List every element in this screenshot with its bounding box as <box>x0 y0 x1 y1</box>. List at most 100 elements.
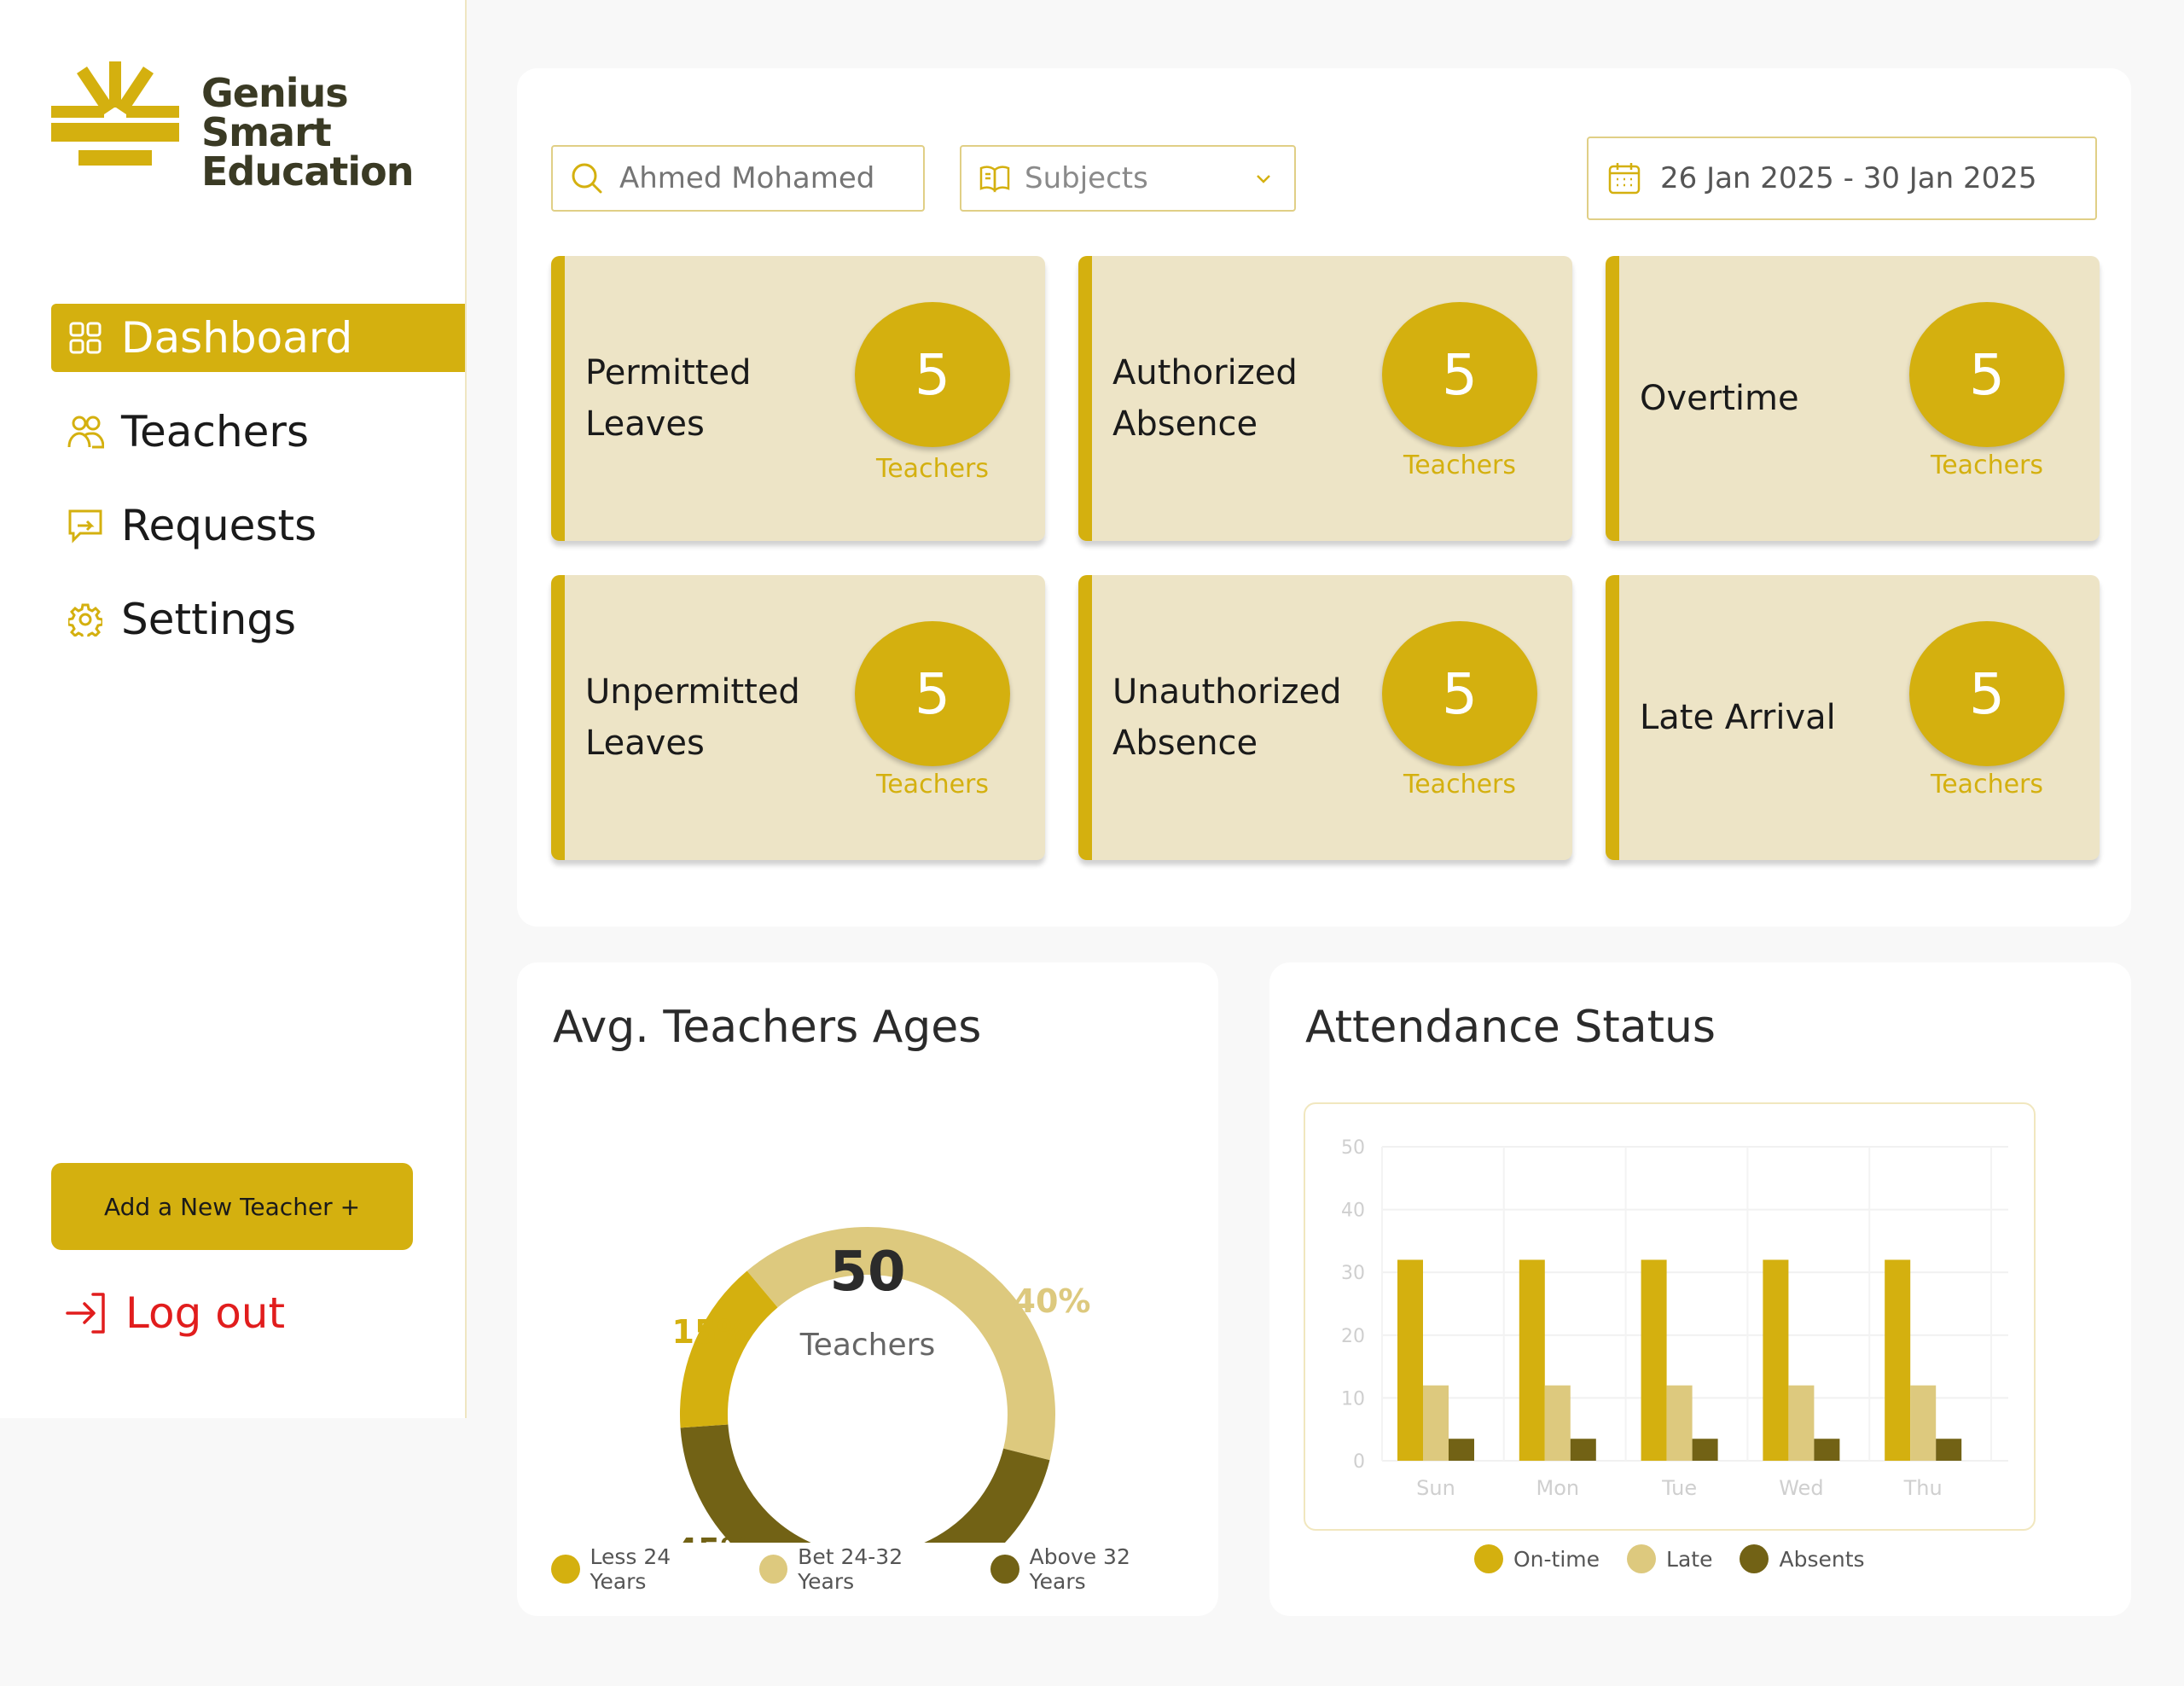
add-teacher-button[interactable]: Add a New Teacher + <box>51 1163 413 1250</box>
search-input[interactable] <box>618 160 911 196</box>
stat-card-late-arrival[interactable]: Late Arrival 5 Teachers <box>1606 575 2100 860</box>
stat-card-authorized-absence[interactable]: Authorized Absence 5 Teachers <box>1078 256 1572 541</box>
legend-item[interactable]: Bet 24-32 Years <box>758 1544 964 1594</box>
legend-label: On-time <box>1513 1546 1600 1572</box>
legend-dot <box>1474 1544 1503 1573</box>
stat-card-unpermitted-leaves[interactable]: Unpermitted Leaves 5 Teachers <box>551 575 1045 860</box>
donut-percent-label: 15% <box>672 1313 750 1351</box>
donut-slice[interactable] <box>680 1424 1050 1543</box>
brand-name: Genius Smart Education <box>201 70 415 195</box>
bar[interactable] <box>1763 1259 1789 1461</box>
sidebar-item-dashboard[interactable]: Dashboard <box>51 304 465 372</box>
bar[interactable] <box>1449 1439 1474 1461</box>
bar[interactable] <box>1910 1385 1937 1461</box>
donut-center-label: Teachers <box>799 1328 936 1363</box>
ages-title: Avg. Teachers Ages <box>553 1002 982 1053</box>
subjects-dropdown[interactable]: Subjects <box>960 145 1296 212</box>
bar[interactable] <box>1885 1259 1911 1461</box>
attendance-legend: On-time Late Absents <box>1474 1544 1892 1573</box>
sidebar-nav: Dashboard Teachers Requests Settings <box>51 304 465 679</box>
donut-percent-label: 40% <box>1014 1282 1091 1320</box>
bar[interactable] <box>1666 1385 1693 1461</box>
legend-item[interactable]: Less 24 Years <box>551 1544 732 1594</box>
attendance-panel: Attendance Status 0 10 20 30 40 50 Sun Mon Tue We… <box>1269 962 2131 1616</box>
ages-donut-chart: 15% 40% 45% <box>672 1227 1091 1543</box>
logout-button[interactable]: Log out <box>64 1288 285 1338</box>
ages-legend: Less 24 Years Bet 24-32 Years Above 32 Y… <box>551 1544 1218 1594</box>
sidebar-item-label: Dashboard <box>121 313 353 363</box>
search-field[interactable] <box>551 145 925 212</box>
legend-label: Absents <box>1779 1546 1865 1572</box>
sidebar: Genius Smart Education Dashboard Teacher… <box>0 0 467 1418</box>
stat-card-overtime[interactable]: Overtime 5 Teachers <box>1606 256 2100 541</box>
brand-logo[interactable]: Genius Smart Education <box>51 61 427 198</box>
legend-dot <box>551 1555 580 1584</box>
attendance-bar-chart: 0 10 20 30 40 50 Sun Mon Tue Wed Thu <box>1341 1137 2008 1500</box>
brand-line-1: Genius <box>201 70 349 116</box>
sidebar-item-requests[interactable]: Requests <box>51 491 465 560</box>
stat-card-permitted-leaves[interactable]: Permitted Leaves 5 Teachers <box>551 256 1045 541</box>
y-tick-label: 0 <box>1353 1451 1365 1473</box>
bar[interactable] <box>1641 1259 1667 1461</box>
card-title: Authorized Absence <box>1112 353 1298 444</box>
y-tick-label: 20 <box>1341 1326 1365 1347</box>
brand-line-3: Education <box>201 148 415 195</box>
donut-slice[interactable] <box>680 1270 779 1428</box>
donut-percent-label: 45% <box>676 1532 753 1543</box>
legend-label: Less 24 Years <box>590 1544 671 1594</box>
y-tick-label: 40 <box>1341 1201 1365 1222</box>
card-unit: Teachers <box>876 770 989 799</box>
date-range-label: 26 Jan 2025 - 30 Jan 2025 <box>1660 161 2037 195</box>
card-accent-bar <box>1078 575 1092 860</box>
card-title: Unauthorized Absence <box>1112 672 1342 763</box>
card-accent-bar <box>1078 256 1092 541</box>
x-tick-label: Tue <box>1661 1476 1697 1500</box>
summary-panel: Subjects 26 Jan 2025 - 30 Jan 2025 Permi… <box>517 68 2131 927</box>
legend-item[interactable]: Absents <box>1740 1544 1865 1573</box>
sidebar-item-teachers[interactable]: Teachers <box>51 398 465 466</box>
legend-item[interactable]: On-time <box>1474 1544 1600 1573</box>
donut-center-value: 50 <box>829 1241 906 1304</box>
card-unit: Teachers <box>1403 770 1516 799</box>
card-accent-bar <box>1606 256 1619 541</box>
card-count: 5 <box>1909 621 2065 766</box>
bar[interactable] <box>1544 1385 1571 1461</box>
bar[interactable] <box>1692 1439 1718 1461</box>
card-title: Late Arrival <box>1640 698 1836 737</box>
calendar-icon <box>1608 163 1641 195</box>
bar[interactable] <box>1423 1385 1449 1461</box>
bar[interactable] <box>1814 1439 1840 1461</box>
card-title: Overtime <box>1640 379 1799 418</box>
legend-label: Bet 24-32 Years <box>798 1544 903 1594</box>
card-count: 5 <box>1909 302 2065 447</box>
card-unit: Teachers <box>876 454 989 484</box>
attendance-chart-frame: 0 10 20 30 40 50 Sun Mon Tue Wed Thu <box>1304 1102 2036 1531</box>
subjects-label: Subjects <box>1025 161 1148 195</box>
sidebar-item-label: Settings <box>121 595 297 644</box>
attendance-title: Attendance Status <box>1305 1002 1716 1053</box>
search-icon <box>572 163 602 194</box>
y-tick-label: 50 <box>1341 1137 1365 1159</box>
y-tick-label: 30 <box>1341 1263 1365 1284</box>
ages-panel: Avg. Teachers Ages 15% 40% 45% 50 Teachers… <box>517 962 1218 1616</box>
bar[interactable] <box>1519 1259 1545 1461</box>
sidebar-item-settings[interactable]: Settings <box>51 585 465 654</box>
legend-item[interactable]: Above 32 Years <box>990 1544 1191 1594</box>
card-accent-bar <box>551 575 565 860</box>
card-count: 5 <box>1382 302 1537 447</box>
date-range-picker[interactable]: 26 Jan 2025 - 30 Jan 2025 <box>1587 137 2097 220</box>
x-tick-label: Wed <box>1779 1476 1823 1500</box>
book-icon <box>979 166 1010 193</box>
card-unit: Teachers <box>1931 451 2043 480</box>
sidebar-item-label: Requests <box>121 501 317 550</box>
x-tick-label: Sun <box>1416 1476 1455 1500</box>
brand-sun-icon <box>51 61 179 166</box>
bar[interactable] <box>1936 1439 1962 1461</box>
bar[interactable] <box>1397 1259 1423 1461</box>
bar[interactable] <box>1570 1439 1596 1461</box>
card-unit: Teachers <box>1931 770 2043 799</box>
bar[interactable] <box>1788 1385 1815 1461</box>
stat-card-unauthorized-absence[interactable]: Unauthorized Absence 5 Teachers <box>1078 575 1572 860</box>
legend-item[interactable]: Late <box>1627 1544 1712 1573</box>
sidebar-item-label: Teachers <box>121 407 309 456</box>
